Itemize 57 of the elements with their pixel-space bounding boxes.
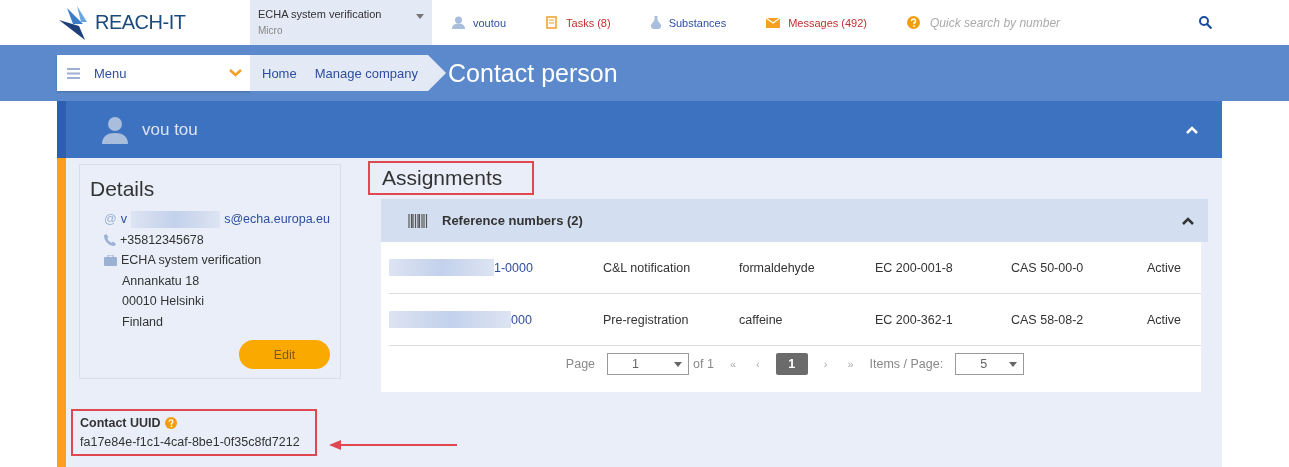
table-cell-text: CAS 58-08-2 bbox=[1011, 312, 1085, 327]
caret-icon bbox=[416, 14, 424, 19]
email-start[interactable]: v bbox=[120, 212, 127, 227]
user-icon bbox=[102, 115, 128, 144]
assignments-title: Assignments bbox=[382, 166, 503, 190]
help-icon bbox=[907, 16, 920, 29]
substances-link[interactable]: Substances bbox=[668, 16, 727, 29]
caret-icon bbox=[674, 361, 683, 367]
page-label: Page bbox=[565, 357, 596, 371]
at-sign: @ bbox=[104, 212, 117, 227]
reference-link[interactable]: 000 bbox=[511, 312, 532, 327]
messages-link[interactable]: Messages (492) bbox=[788, 16, 867, 29]
table-cell-text: EC 200-001-8 bbox=[875, 260, 954, 275]
envelope-icon bbox=[766, 17, 781, 28]
table-cell-text: CAS 50-00-0 bbox=[1011, 260, 1085, 275]
table-cell-text: Pre-registration bbox=[603, 312, 690, 327]
page-count: of 1 bbox=[693, 357, 714, 371]
table-cell: Active bbox=[1147, 312, 1182, 327]
caret-icon bbox=[1009, 361, 1018, 367]
panel-header[interactable]: Reference numbers (2) bbox=[381, 199, 1208, 242]
items-per-page-label: Items / Page: bbox=[869, 357, 944, 371]
search-icon[interactable] bbox=[1199, 16, 1212, 29]
address-line: 00010 Helsinki bbox=[122, 294, 204, 309]
table-cell-text: C&L notification bbox=[603, 260, 692, 275]
menu-icon bbox=[67, 67, 80, 79]
chevron-down-icon bbox=[229, 69, 242, 77]
table-cell-text: formaldehyde bbox=[739, 260, 816, 275]
page-button[interactable]: 1 bbox=[775, 353, 808, 375]
page-select[interactable]: 1 bbox=[607, 353, 690, 375]
items-per-page-select[interactable]: 5 bbox=[955, 353, 1025, 375]
table-cell-text: EC 200-362-1 bbox=[875, 312, 954, 327]
logo-text[interactable]: REACH-IT bbox=[95, 11, 186, 34]
company-name: ECHA system verification bbox=[121, 253, 262, 268]
table-cell: Active bbox=[1147, 260, 1182, 275]
tasks-link[interactable]: Tasks (8) bbox=[566, 16, 611, 29]
phone-number: +35812345678 bbox=[120, 232, 204, 247]
briefcase-icon bbox=[104, 254, 117, 266]
flask-icon bbox=[650, 16, 661, 29]
breadcrumb-link[interactable]: Manage company bbox=[314, 65, 419, 81]
address-line: Finland bbox=[122, 314, 163, 329]
person-header[interactable]: vou tou bbox=[57, 101, 1222, 158]
uuid-value: fa17e84e-f1c1-4caf-8be1-0f35c8fd7212 bbox=[80, 435, 301, 449]
reference-link[interactable]: 1-0000 bbox=[494, 260, 533, 275]
company-select[interactable]: ECHA system verification Micro bbox=[250, 0, 432, 45]
table-cell-text: caffeine bbox=[739, 312, 784, 327]
details-title: Details bbox=[90, 177, 156, 201]
address-line: Annankatu 18 bbox=[122, 273, 200, 288]
user-icon bbox=[452, 16, 465, 29]
barcode-icon bbox=[408, 213, 428, 228]
page-title: Contact person bbox=[448, 58, 618, 88]
phone-icon bbox=[104, 233, 116, 246]
breadcrumb-link[interactable]: Home bbox=[262, 65, 297, 81]
menu-dropdown[interactable]: Menu bbox=[57, 55, 250, 91]
email-link[interactable]: s@echa.europa.eu bbox=[224, 212, 330, 227]
uuid-label: Contact UUID bbox=[80, 416, 161, 430]
user-link[interactable]: voutou bbox=[473, 16, 507, 29]
task-list-icon bbox=[546, 16, 559, 29]
